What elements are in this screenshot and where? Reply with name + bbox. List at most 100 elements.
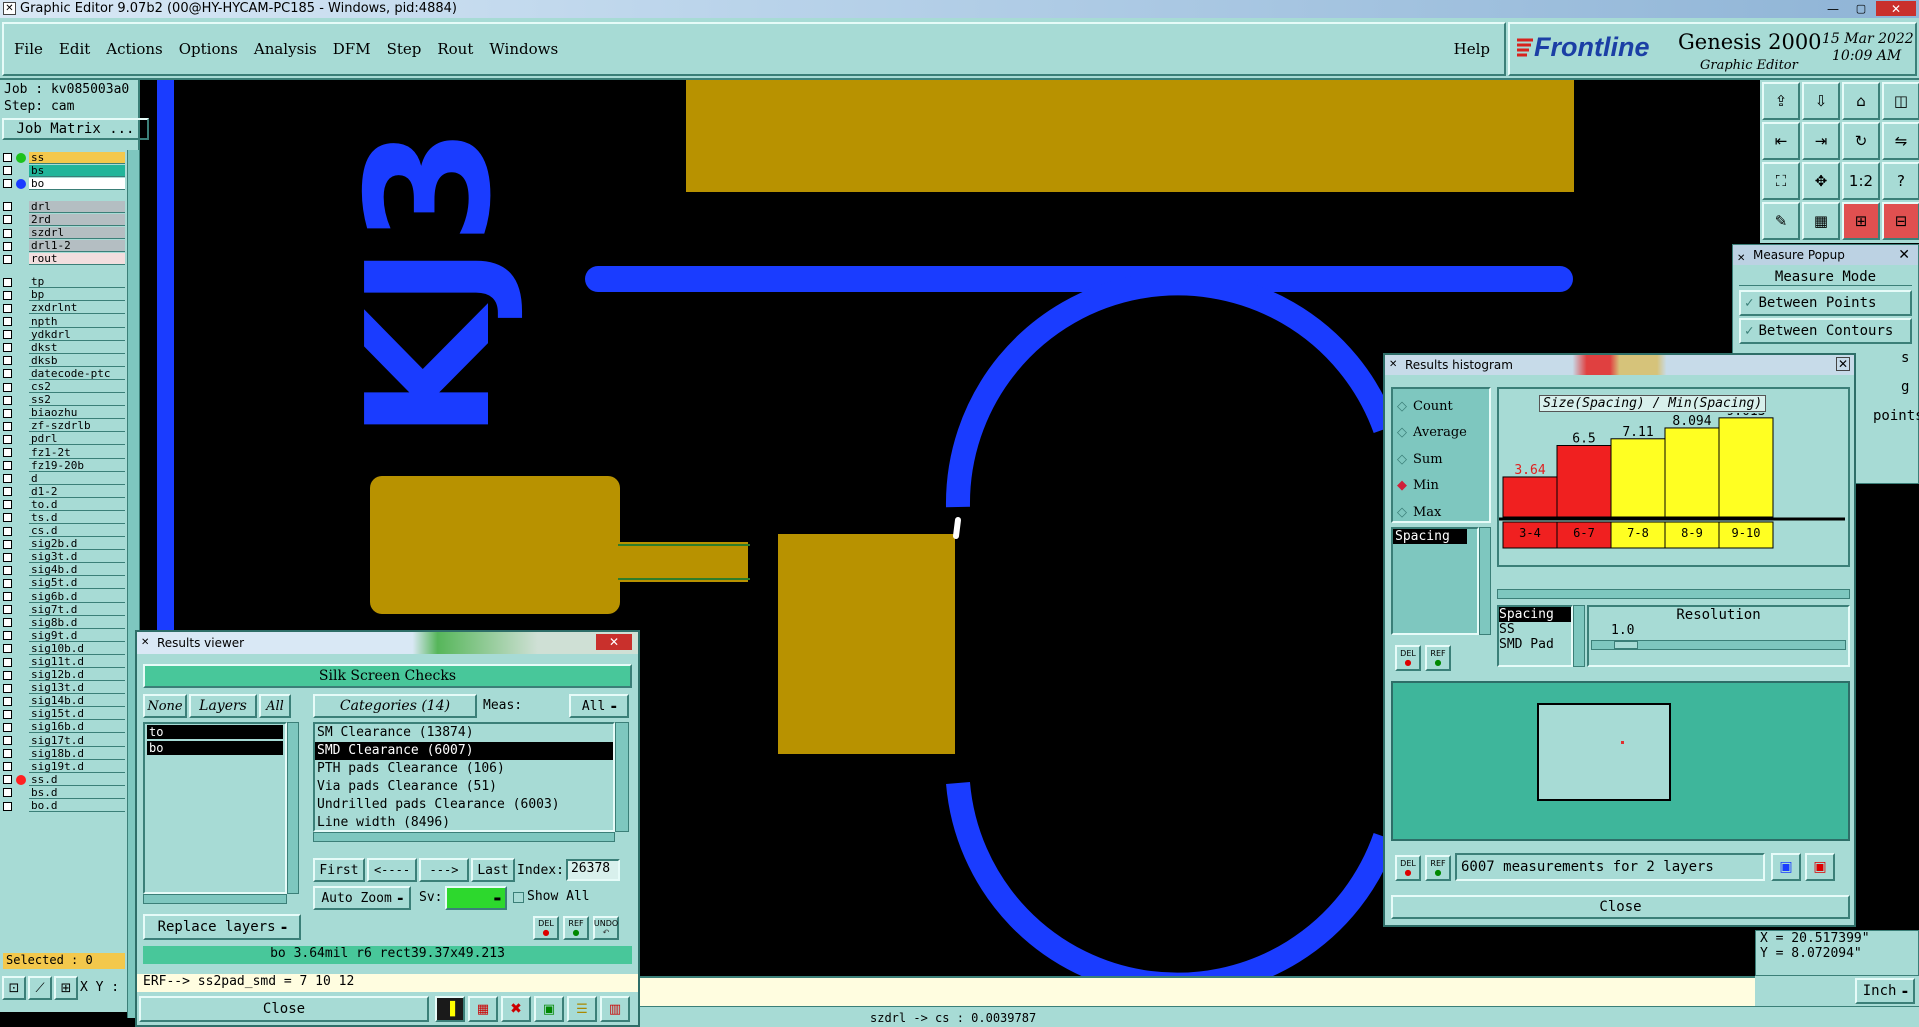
layer-name[interactable]: sig3t.d — [29, 551, 125, 564]
layer-checkbox[interactable] — [3, 683, 12, 693]
layer-name[interactable]: bp — [29, 289, 125, 302]
layer-name[interactable]: sig14b.d — [29, 695, 125, 708]
menu-item-file[interactable]: File — [14, 40, 43, 58]
menu-item-windows[interactable]: Windows — [489, 40, 558, 58]
layer-row[interactable]: sig11t.d — [3, 655, 125, 669]
meas-list-scrollbar[interactable] — [1573, 605, 1585, 667]
histogram-bar[interactable] — [1664, 427, 1720, 518]
layer-checkbox[interactable] — [3, 500, 12, 510]
layer-checkbox[interactable] — [3, 330, 12, 340]
layer-row[interactable]: bs — [3, 164, 125, 177]
hist-footer-ref-button[interactable]: REF ● — [1425, 855, 1451, 881]
measure-option-partial-1[interactable]: s — [1901, 350, 1909, 366]
layer-name[interactable]: drl — [29, 200, 125, 213]
highlight-tool-icon[interactable]: ▐ — [435, 996, 465, 1022]
hist-ref-button[interactable]: REF ● — [1425, 645, 1451, 671]
show-all-checkbox[interactable] — [513, 892, 524, 903]
histogram-bar[interactable] — [1718, 417, 1774, 518]
layer-name[interactable]: szdrl — [29, 227, 125, 240]
histogram-bar[interactable] — [1610, 438, 1666, 518]
layer-row[interactable]: dkst — [3, 341, 125, 354]
export-icon[interactable]: ▣ — [1771, 853, 1801, 881]
layer-checkbox[interactable] — [3, 618, 12, 628]
layer-row[interactable]: sig3t.d — [3, 551, 125, 564]
measure-popup-close-icon[interactable]: ✕ — [1898, 245, 1910, 265]
layer-row[interactable]: npth — [3, 315, 125, 328]
layer-row[interactable]: d — [3, 472, 125, 485]
layer-name[interactable]: sig9t.d — [29, 629, 125, 642]
layer-checkbox[interactable] — [3, 215, 12, 225]
layer-row[interactable]: pdrl — [3, 433, 125, 446]
viewer-close-icon[interactable]: ✕ — [596, 634, 632, 650]
meas-item-smd-pad[interactable]: SMD Pad — [1499, 637, 1571, 652]
layer-checkbox[interactable] — [3, 241, 12, 251]
layer-checkbox[interactable] — [3, 290, 12, 300]
last-button[interactable]: Last — [471, 858, 515, 882]
help-menu[interactable]: Help — [1454, 40, 1490, 58]
split-icon[interactable]: ◫ — [1882, 82, 1919, 120]
measure-tool-icon[interactable]: ⟋ — [28, 976, 52, 1000]
layer-name[interactable]: dkst — [29, 341, 125, 354]
layer-name[interactable]: ss — [29, 151, 125, 164]
save-icon[interactable]: ⇩ — [1802, 82, 1840, 120]
layer-checkbox[interactable] — [3, 434, 12, 444]
layer-row[interactable]: sig12b.d — [3, 669, 125, 682]
layer-checkbox[interactable] — [3, 369, 12, 379]
layer-name[interactable]: d — [29, 472, 125, 485]
grid-tool-icon[interactable]: ⊞ — [54, 976, 78, 1000]
zoom-tool-icon[interactable]: ⊡ — [2, 976, 26, 1000]
layer-row[interactable]: bp — [3, 289, 125, 302]
layer-row[interactable]: sig10b.d — [3, 642, 125, 655]
layer-row[interactable]: sig6b.d — [3, 590, 125, 603]
layer-row[interactable]: fz19-20b — [3, 459, 125, 472]
viewer-layer-vscroll[interactable] — [287, 722, 299, 894]
menu-item-step[interactable]: Step — [387, 40, 422, 58]
layer-checkbox[interactable] — [3, 605, 12, 615]
layer-checkbox[interactable] — [3, 513, 12, 523]
menu-item-rout[interactable]: Rout — [437, 40, 473, 58]
layer-checkbox[interactable] — [3, 696, 12, 706]
prev-button[interactable]: <---- — [367, 858, 417, 882]
layer-checkbox[interactable] — [3, 788, 12, 798]
layer-checkbox[interactable] — [3, 644, 12, 654]
layer-checkbox[interactable] — [3, 277, 12, 287]
layer-name[interactable]: sig10b.d — [29, 642, 125, 655]
grid-icon[interactable]: ▦ — [1802, 202, 1840, 240]
layer-row[interactable]: to.d — [3, 498, 125, 511]
layer-name[interactable]: sig6b.d — [29, 590, 125, 603]
layer-checkbox[interactable] — [3, 749, 12, 759]
viewer-layer-list[interactable]: to bo — [143, 722, 287, 894]
layer-row[interactable]: rout — [3, 253, 125, 266]
command-line[interactable] — [640, 976, 1755, 1006]
layer-name[interactable]: ts.d — [29, 511, 125, 524]
layer-checkbox[interactable] — [3, 153, 12, 163]
layer-name[interactable]: sig15t.d — [29, 708, 125, 721]
category-list[interactable]: SM Clearance (13874) SMD Clearance (6007)… — [313, 722, 615, 832]
layer-row[interactable]: sig18b.d — [3, 747, 125, 760]
layer-red-icon[interactable]: ⊞ — [1842, 202, 1880, 240]
layer-row[interactable]: zf-szdrlb — [3, 420, 125, 433]
layer-name[interactable]: pdrl — [29, 433, 125, 446]
clear-tool-icon[interactable]: ✖ — [501, 996, 531, 1022]
layer-checkbox[interactable] — [3, 202, 12, 212]
between-contours-option[interactable]: ✓ Between Contours — [1739, 318, 1912, 344]
layer-name[interactable]: bs — [29, 164, 125, 177]
layer-name[interactable]: sig2b.d — [29, 538, 125, 551]
layer-checkbox[interactable] — [3, 421, 12, 431]
category-hscroll[interactable] — [313, 832, 615, 842]
layer-row[interactable]: sig7t.d — [3, 603, 125, 616]
layer-row[interactable]: sig17t.d — [3, 734, 125, 747]
menu-item-analysis[interactable]: Analysis — [254, 40, 317, 58]
histogram-close-icon[interactable]: ✕ — [1836, 357, 1850, 371]
histogram-bar[interactable] — [1556, 445, 1612, 518]
layer-checkbox[interactable] — [3, 317, 12, 327]
layer-name[interactable]: datecode-ptc — [29, 367, 125, 380]
hist-option-min[interactable]: ◆ Min — [1397, 473, 1485, 500]
layer-row[interactable]: sig15t.d — [3, 708, 125, 721]
layer-checkbox[interactable] — [3, 408, 12, 418]
chart-hscroll[interactable] — [1497, 589, 1850, 599]
layer-checkbox[interactable] — [3, 448, 12, 458]
layer-name[interactable]: sig12b.d — [29, 669, 125, 682]
viewer-close-button[interactable]: Close — [139, 996, 429, 1022]
layer-checkbox[interactable] — [3, 762, 12, 772]
